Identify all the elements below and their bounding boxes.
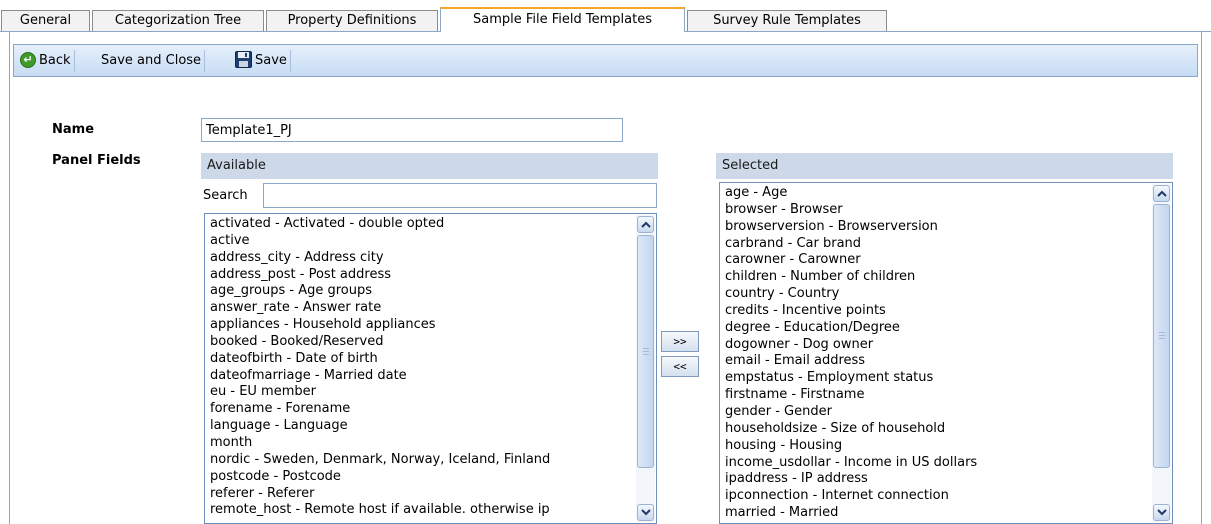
back-arrow-circle-icon: ↵: [20, 51, 36, 68]
selected-scroll-up-button[interactable]: [1153, 185, 1170, 202]
selected-list-item[interactable]: ipaddress - IP address: [725, 471, 1152, 488]
remove-field-button[interactable]: <<: [661, 356, 699, 377]
selected-scroll-down-button[interactable]: [1153, 504, 1170, 521]
selected-list-item[interactable]: degree - Education/Degree: [725, 320, 1152, 337]
available-list-item[interactable]: forename - Forename: [210, 401, 636, 418]
selected-list-item[interactable]: firstname - Firstname: [725, 387, 1152, 404]
available-list-item[interactable]: age_groups - Age groups: [210, 283, 636, 300]
tab-survey-rule-templates[interactable]: Survey Rule Templates: [687, 10, 887, 31]
toolbar: ↵ Back Save and Close Save: [13, 44, 1198, 77]
available-list-item[interactable]: referer - Referer: [210, 486, 636, 503]
available-list-item[interactable]: booked - Booked/Reserved: [210, 334, 636, 351]
selected-scroll-thumb[interactable]: [1153, 204, 1170, 468]
available-header: Available: [201, 153, 658, 179]
selected-scrollbar[interactable]: [1152, 184, 1171, 522]
selected-list-item[interactable]: householdsize - Size of household: [725, 421, 1152, 438]
search-input[interactable]: [263, 183, 657, 208]
tab-categorization-tree[interactable]: Categorization Tree: [92, 10, 264, 31]
available-list-item[interactable]: month: [210, 435, 636, 452]
selected-list-item[interactable]: carbrand - Car brand: [725, 236, 1152, 253]
chevron-up-icon: [641, 221, 651, 228]
available-scroll-thumb[interactable]: [637, 235, 654, 468]
available-scroll-up-button[interactable]: [637, 216, 654, 233]
add-field-button[interactable]: >>: [661, 331, 699, 352]
selected-list-item[interactable]: income_usdollar - Income in US dollars: [725, 455, 1152, 472]
available-scroll-down-button[interactable]: [637, 504, 654, 521]
floppy-disk-icon: [235, 51, 252, 68]
available-list-item[interactable]: postcode - Postcode: [210, 469, 636, 486]
available-list-item[interactable]: dateofbirth - Date of birth: [210, 351, 636, 368]
tab-general[interactable]: General: [1, 10, 90, 31]
chevron-down-icon: [1157, 509, 1167, 516]
back-button-label: Back: [39, 53, 71, 68]
available-list-item[interactable]: active: [210, 233, 636, 250]
selected-list-item[interactable]: browserversion - Browserversion: [725, 219, 1152, 236]
selected-list-item[interactable]: housing - Housing: [725, 438, 1152, 455]
chevron-down-icon: [641, 509, 651, 516]
search-label: Search: [203, 188, 248, 203]
available-list-item[interactable]: address_post - Post address: [210, 267, 636, 284]
name-label: Name: [52, 122, 95, 137]
selected-list-item[interactable]: credits - Incentive points: [725, 303, 1152, 320]
selected-list-item[interactable]: dogowner - Dog owner: [725, 337, 1152, 354]
back-button[interactable]: ↵ Back: [17, 50, 75, 72]
selected-list-item[interactable]: country - Country: [725, 286, 1152, 303]
grip-icon: [1159, 332, 1165, 339]
selected-list-item[interactable]: age - Age: [725, 185, 1152, 202]
selected-fields-list[interactable]: age - Age browser - Browser browserversion…: [719, 182, 1173, 524]
available-list-item[interactable]: answer_rate - Answer rate: [210, 300, 636, 317]
selected-list-item[interactable]: email - Email address: [725, 353, 1152, 370]
selected-list-item[interactable]: married - Married: [725, 505, 1152, 522]
selected-header: Selected: [716, 153, 1173, 179]
selected-list-item[interactable]: empstatus - Employment status: [725, 370, 1152, 387]
available-list-item[interactable]: remote_host - Remote host if available. …: [210, 502, 636, 519]
chevron-up-icon: [1157, 190, 1167, 197]
selected-items: age - Age browser - Browser browserversion…: [720, 183, 1152, 522]
selected-list-item[interactable]: gender - Gender: [725, 404, 1152, 421]
available-list-item[interactable]: nordic - Sweden, Denmark, Norway, Icelan…: [210, 452, 636, 469]
name-input[interactable]: [201, 118, 623, 142]
selected-list-item[interactable]: browser - Browser: [725, 202, 1152, 219]
available-list-item[interactable]: address_city - Address city: [210, 250, 636, 267]
tab-property-definitions[interactable]: Property Definitions: [266, 10, 438, 31]
panel-fields-label: Panel Fields: [52, 153, 141, 168]
save-button-label: Save: [255, 53, 287, 68]
tab-sample-file-field-templates[interactable]: Sample File Field Templates: [440, 7, 685, 32]
available-list-item[interactable]: appliances - Household appliances: [210, 317, 636, 334]
available-list-item[interactable]: language - Language: [210, 418, 636, 435]
available-fields-list[interactable]: activated - Activated - double opted acti…: [204, 213, 657, 524]
selected-list-item[interactable]: ipconnection - Internet connection: [725, 488, 1152, 505]
available-list-item[interactable]: activated - Activated - double opted: [210, 216, 636, 233]
available-list-item[interactable]: dateofmarriage - Married date: [210, 368, 636, 385]
available-items: activated - Activated - double opted acti…: [205, 214, 636, 519]
grip-icon: [643, 347, 649, 355]
available-scrollbar[interactable]: [636, 215, 655, 522]
save-and-close-label: Save and Close: [101, 53, 202, 68]
selected-list-item[interactable]: carowner - Carowner: [725, 252, 1152, 269]
save-and-close-button[interactable]: Save and Close: [98, 50, 206, 72]
save-button[interactable]: Save: [232, 50, 291, 72]
tab-bar: General Categorization Tree Property Def…: [0, 0, 1211, 32]
available-list-item[interactable]: eu - EU member: [210, 384, 636, 401]
selected-list-item[interactable]: children - Number of children: [725, 269, 1152, 286]
